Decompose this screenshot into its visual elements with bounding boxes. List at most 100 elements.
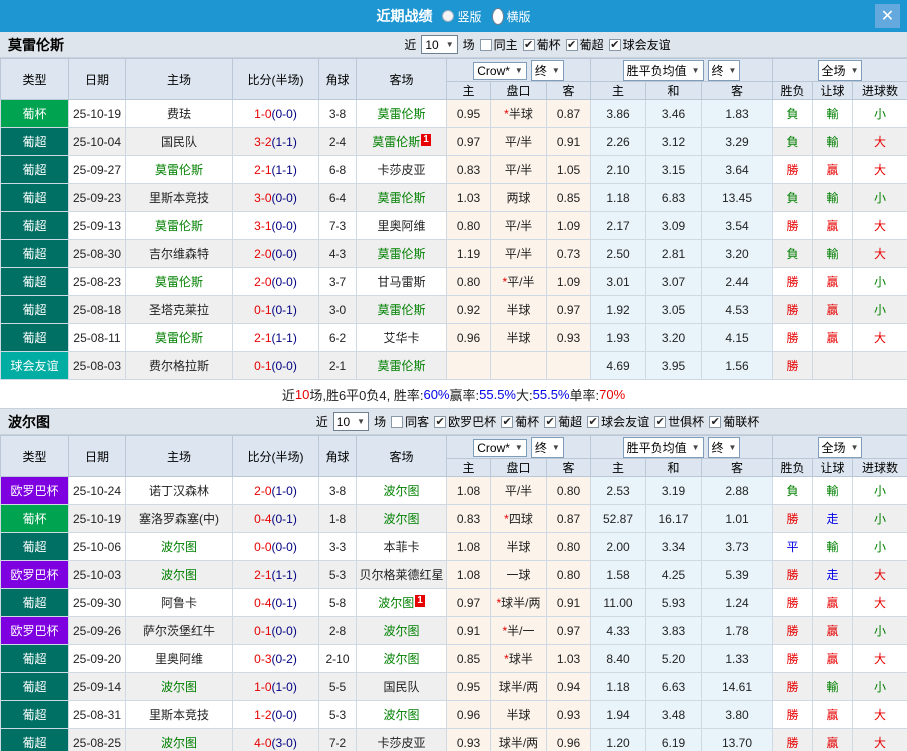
avg-home-cell: 3.86: [590, 99, 646, 128]
column-header-date: 日期: [68, 58, 126, 100]
subcolumn-goals: 进球数: [852, 458, 907, 477]
score-cell: 1-0(1-0): [232, 672, 319, 701]
filter-label: 球会友谊: [622, 38, 671, 52]
live-handicap-star: *: [502, 275, 508, 289]
checkbox-checked-icon[interactable]: ✔: [587, 415, 600, 428]
subcolumn-avg-home: 主: [590, 458, 646, 477]
checkbox-checked-icon[interactable]: ✔: [501, 415, 514, 428]
checkbox-checked-icon[interactable]: ✔: [434, 415, 447, 428]
checkbox-checked-icon[interactable]: ✔: [654, 415, 667, 428]
corners-cell: 3-8: [318, 99, 357, 128]
chevron-down-icon: ▼: [850, 65, 859, 75]
close-icon: ✕: [880, 8, 895, 25]
date-cell: 25-08-30: [68, 239, 126, 268]
layout-radio-option[interactable]: 竖版: [442, 8, 482, 25]
final-avg-dropdown[interactable]: 终 ▼: [707, 59, 741, 81]
handicap-cell: 平/半: [490, 127, 547, 156]
avg-home-cell: 4.33: [590, 616, 646, 645]
subcolumn-odds-home: 主: [446, 458, 491, 477]
filter-checkbox[interactable]: ✔ 世俱杯: [654, 413, 704, 430]
filter-checkbox[interactable]: ✔ 球会友谊: [608, 36, 671, 53]
checkbox-checked-icon[interactable]: ✔: [709, 415, 722, 428]
avg-home-cell: 8.40: [590, 644, 646, 673]
checkbox-unchecked-icon[interactable]: [391, 415, 404, 428]
table-row: 葡杯 25-10-19 塞洛罗森塞(中) 0-4(0-1) 1-8 波尔图 0.…: [0, 504, 907, 533]
odds-home-cell: 0.95: [446, 672, 491, 701]
checkbox-checked-icon[interactable]: ✔: [522, 38, 535, 51]
away-team-cell: 甘马雷斯: [356, 267, 447, 296]
avg-draw-cell: 3.07: [645, 267, 702, 296]
handicap-result-cell: 輸: [812, 476, 854, 505]
filter-checkbox[interactable]: ✔ 球会友谊: [587, 413, 649, 430]
checkbox-checked-icon[interactable]: ✔: [608, 38, 621, 51]
radio-label: 竖版: [457, 9, 482, 24]
radio-unselected-icon[interactable]: [442, 10, 455, 22]
section-porto: 波尔图 近 10 ▼ 场 同客 ✔ 欧罗巴杯 ✔ 葡杯 ✔ 葡超 ✔ 球会友谊 ✔ 世俱杯 ✔ 葡联杯: [0, 409, 907, 751]
odds-away-cell: 0.85: [546, 183, 591, 212]
result-cell: 負: [772, 99, 814, 128]
corners-cell: 7-2: [318, 728, 357, 751]
checkbox-checked-icon[interactable]: ✔: [565, 38, 578, 51]
close-button[interactable]: ✕: [875, 4, 900, 28]
bookmaker-dropdown[interactable]: Crow* ▼: [473, 438, 527, 457]
avg-away-cell: 1.56: [700, 351, 774, 380]
final-odds-dropdown[interactable]: 终 ▼: [530, 436, 564, 458]
handicap-cell: [490, 351, 547, 380]
date-cell: 25-09-27: [68, 155, 126, 184]
goals-result-cell: 大: [852, 700, 907, 729]
score-cell: 0-1(0-0): [232, 616, 319, 645]
filter-checkbox[interactable]: 同主: [479, 36, 518, 53]
competition-type-cell: 葡超: [0, 295, 69, 324]
avg-home-cell: 1.18: [590, 183, 646, 212]
handicap-cell: *球半/两: [490, 588, 547, 617]
handicap-result-cell: 走: [812, 504, 854, 533]
away-team-cell: 波尔图 1: [356, 588, 447, 617]
avg-draw-cell: 3.15: [645, 155, 702, 184]
avg-home-cell: 2.50: [590, 239, 646, 268]
checkbox-unchecked-icon[interactable]: [479, 38, 492, 51]
live-handicap-star: *: [504, 512, 509, 526]
table-row: 葡超 25-08-11 莫雷伦斯 2-1(1-1) 6-2 艾华卡 0.96 半…: [0, 323, 907, 352]
chevron-down-icon: ▼: [728, 442, 737, 452]
corners-cell: 2-8: [318, 616, 357, 645]
handicap-result-cell: 贏: [812, 295, 854, 324]
filter-label: 欧罗巴杯: [448, 415, 497, 429]
radio-selected-icon[interactable]: [491, 7, 504, 25]
filter-checkbox[interactable]: 同客: [391, 413, 429, 430]
handicap-cell: *四球: [490, 504, 547, 533]
filter-checkbox[interactable]: ✔ 葡超: [565, 36, 604, 53]
filter-checkbox[interactable]: ✔ 葡杯: [501, 413, 539, 430]
scope-dropdown[interactable]: 全场 ▼: [817, 436, 863, 458]
final-avg-dropdown[interactable]: 终 ▼: [707, 436, 741, 458]
home-team-cell: 萨尔茨堡红牛: [125, 616, 233, 645]
date-cell: 25-09-13: [68, 211, 126, 240]
summary-text-segment: 近: [281, 387, 295, 403]
goals-result-cell: 小: [852, 616, 907, 645]
avg-away-cell: 3.29: [700, 127, 774, 156]
avg-dropdown[interactable]: 胜平负均值 ▼: [622, 59, 704, 81]
avg-dropdown[interactable]: 胜平负均值 ▼: [622, 436, 704, 458]
score-cell: 0-3(0-2): [232, 644, 319, 673]
odds-away-cell: 1.09: [546, 211, 591, 240]
odds-away-cell: 0.97: [546, 616, 591, 645]
layout-radio-option[interactable]: 横版: [491, 7, 531, 25]
away-team-cell: 莫雷伦斯 1: [356, 127, 447, 156]
filter-checkbox[interactable]: ✔ 葡联杯: [709, 413, 759, 430]
checkbox-checked-icon[interactable]: ✔: [544, 415, 557, 428]
filter-label: 球会友谊: [601, 415, 650, 429]
filter-checkbox[interactable]: ✔ 葡超: [544, 413, 582, 430]
match-count-select[interactable]: 10 ▼: [332, 412, 370, 431]
scope-dropdown[interactable]: 全场 ▼: [817, 59, 863, 81]
result-cell: 勝: [772, 211, 814, 240]
corners-cell: 3-7: [318, 267, 357, 296]
result-cell: 負: [772, 127, 814, 156]
subcolumn-handicap: 盘口: [490, 81, 547, 100]
match-count-select[interactable]: 10 ▼: [421, 35, 458, 54]
filter-checkbox[interactable]: ✔ 葡杯: [522, 36, 561, 53]
odds-away-cell: 0.80: [546, 532, 591, 561]
section-header: 莫雷伦斯 近 10 ▼ 场 同主 ✔ 葡杯 ✔ 葡超 ✔ 球会友谊: [0, 32, 907, 58]
team-name: 莫雷伦斯: [8, 36, 64, 53]
final-odds-dropdown[interactable]: 终 ▼: [530, 59, 564, 81]
filter-checkbox[interactable]: ✔ 欧罗巴杯: [434, 413, 496, 430]
bookmaker-dropdown[interactable]: Crow* ▼: [473, 61, 527, 80]
